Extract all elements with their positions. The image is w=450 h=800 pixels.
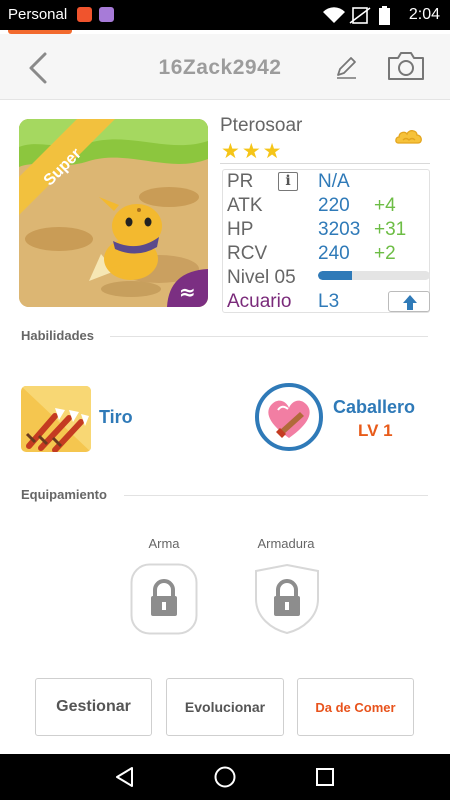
- rcv-label: RCV: [227, 243, 268, 264]
- aquarium-upgrade-button[interactable]: [388, 291, 430, 312]
- pencil-icon[interactable]: [334, 54, 360, 80]
- level-progress-bar: [318, 271, 430, 280]
- back-triangle-icon[interactable]: [113, 765, 137, 789]
- evolve-button[interactable]: Evolucionar: [166, 678, 284, 736]
- skills-section-title: Habilidades: [21, 328, 94, 343]
- status-bar: Personal 2:04: [0, 0, 450, 30]
- info-divider: [220, 163, 430, 164]
- cloud-icon: [393, 122, 425, 154]
- home-circle-icon[interactable]: [213, 765, 237, 789]
- level-label: Nivel 05: [227, 267, 296, 288]
- equipment-divider: [124, 495, 428, 496]
- notification-icon: [77, 7, 92, 22]
- atk-bonus: +4: [374, 195, 396, 216]
- class-symbol: ≈: [179, 280, 196, 304]
- weapon-slot[interactable]: [130, 563, 198, 635]
- armor-label: Armadura: [257, 536, 315, 551]
- armor-slot[interactable]: [253, 563, 321, 635]
- level-progress-fill: [318, 271, 352, 280]
- chevron-left-icon[interactable]: [20, 48, 60, 88]
- passive-skill-name[interactable]: Caballero: [333, 397, 415, 418]
- passive-skill-level: LV 1: [358, 421, 393, 440]
- rcv-bonus: +2: [374, 243, 396, 264]
- info-icon[interactable]: i: [278, 172, 298, 191]
- pr-value: N/A: [318, 171, 350, 192]
- knight-skill-icon[interactable]: [254, 382, 324, 452]
- battery-icon: [379, 6, 390, 25]
- app-header: 16Zack2942: [0, 34, 450, 100]
- feed-button[interactable]: Da de Comer: [297, 678, 414, 736]
- pr-label: PR: [227, 171, 254, 192]
- camera-icon[interactable]: [386, 50, 426, 82]
- atk-value: 220: [318, 195, 350, 216]
- image-notification-icon: [99, 7, 114, 22]
- hp-value: 3203: [318, 219, 361, 240]
- skills-divider: [110, 336, 428, 337]
- equipment-section-title: Equipamiento: [21, 487, 107, 502]
- no-sim-icon: [349, 7, 371, 24]
- recents-square-icon[interactable]: [313, 765, 337, 789]
- aquarium-label: Acuario: [227, 291, 292, 312]
- system-nav-bar: [0, 754, 450, 800]
- carrier-name: Personal: [8, 6, 68, 23]
- hp-label: HP: [227, 219, 254, 240]
- wifi-icon: [323, 7, 345, 23]
- hp-bonus: +31: [374, 219, 407, 240]
- rcv-value: 240: [318, 243, 350, 264]
- weapon-label: Arma: [148, 536, 180, 551]
- clock: 2:04: [408, 6, 440, 23]
- page-title: 16Zack2942: [158, 56, 282, 79]
- monster-portrait: Super ≈: [19, 119, 208, 307]
- arrow-skill-icon[interactable]: [21, 386, 91, 452]
- monster-name: Pterosoar: [220, 115, 303, 136]
- active-skill-name[interactable]: Tiro: [99, 407, 133, 428]
- arrow-up-icon: [403, 295, 417, 310]
- star-rating: ★★★: [221, 140, 284, 163]
- aquarium-value: L3: [318, 291, 340, 312]
- manage-button[interactable]: Gestionar: [35, 678, 152, 736]
- atk-label: ATK: [227, 195, 263, 216]
